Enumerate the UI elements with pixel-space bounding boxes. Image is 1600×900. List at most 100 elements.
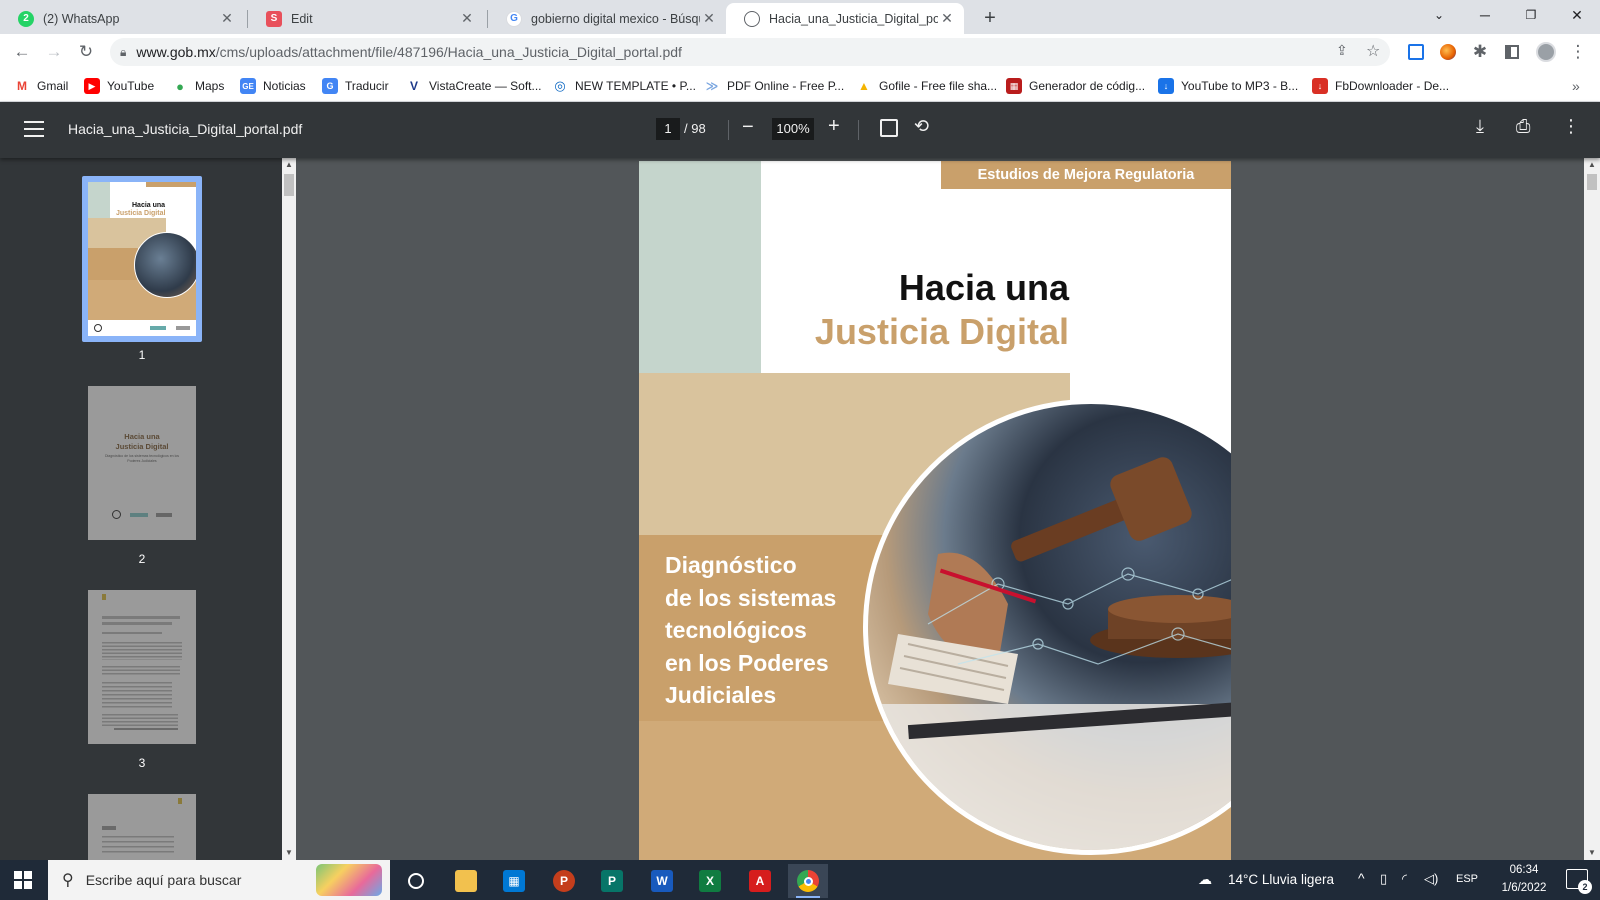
bookmark-label: Gmail bbox=[37, 79, 69, 93]
bookmark-star-icon[interactable]: ☆ bbox=[1366, 41, 1380, 61]
bookmark-new-template[interactable]: ◎ NEW TEMPLATE • P... bbox=[552, 76, 696, 96]
network-icon[interactable]: ▯ bbox=[1380, 871, 1387, 887]
extension-firefox-icon[interactable] bbox=[1436, 40, 1460, 64]
tab-whatsapp[interactable]: 2 (2) WhatsApp ✕ bbox=[0, 3, 244, 34]
tab-title: Hacia_una_Justicia_Digital_portal.pdf bbox=[769, 11, 938, 26]
thumbnail-page-1[interactable]: Hacia una Justicia Digital bbox=[88, 182, 196, 336]
pdf-page-cover: Estudios de Mejora Regulatoria Hacia una… bbox=[639, 161, 1231, 860]
taskbar-search-box[interactable]: ⚲ Escribe aquí para buscar bbox=[48, 860, 390, 900]
forward-arrow-icon[interactable]: → bbox=[42, 40, 66, 64]
scroll-thumb[interactable] bbox=[284, 174, 294, 196]
zoom-out-icon[interactable]: − bbox=[742, 116, 754, 139]
bookmark-traducir[interactable]: G Traducir bbox=[322, 76, 389, 96]
viewer-scrollbar[interactable]: ▲ ▼ bbox=[1584, 158, 1600, 860]
cover-tag: Estudios de Mejora Regulatoria bbox=[941, 161, 1231, 189]
side-panel-icon[interactable] bbox=[1500, 40, 1524, 64]
volume-icon[interactable]: ◁) bbox=[1424, 871, 1438, 887]
bookmark-youtube[interactable]: ▶ YouTube bbox=[84, 76, 154, 96]
excel-icon[interactable]: X bbox=[690, 864, 730, 898]
bookmark-noticias[interactable]: GE Noticias bbox=[240, 76, 306, 96]
close-icon[interactable]: ✕ bbox=[218, 10, 236, 27]
zoom-in-icon[interactable]: + bbox=[828, 115, 840, 138]
bookmark-pdf-online[interactable]: ≫ PDF Online - Free P... bbox=[704, 76, 844, 96]
thumbnail-page-2[interactable]: Hacia una Justicia Digital Diagnóstico d… bbox=[88, 386, 196, 540]
profile-avatar[interactable] bbox=[1534, 40, 1558, 64]
clock-date[interactable]: 1/6/2022 bbox=[1494, 882, 1554, 894]
pdf-toolbar: Hacia_una_Justicia_Digital_portal.pdf 1 … bbox=[0, 102, 1600, 158]
chrome-icon[interactable] bbox=[788, 864, 828, 898]
zoom-input[interactable]: 100% bbox=[772, 118, 814, 140]
bookmark-label: FbDownloader - De... bbox=[1335, 79, 1450, 93]
close-icon[interactable]: ✕ bbox=[700, 10, 718, 27]
qr-icon: ▦ bbox=[1006, 78, 1022, 94]
windows-taskbar: ⚲ Escribe aquí para buscar ▦ P P W X A ☁… bbox=[0, 860, 1600, 900]
share-icon[interactable]: ⇪ bbox=[1336, 42, 1348, 59]
task-view-icon[interactable] bbox=[396, 864, 436, 898]
sidebar-scrollbar[interactable]: ▲ ▼ bbox=[282, 158, 296, 860]
weather-cloud-icon[interactable]: ☁ bbox=[1198, 871, 1212, 888]
close-window-button[interactable]: ✕ bbox=[1554, 0, 1600, 30]
ms-store-icon[interactable]: ▦ bbox=[494, 864, 534, 898]
minimize-button[interactable]: ─ bbox=[1462, 0, 1508, 30]
tab-edit[interactable]: S Edit ✕ bbox=[248, 3, 484, 34]
search-icon: ⚲ bbox=[62, 872, 74, 889]
scroll-thumb[interactable] bbox=[1587, 174, 1597, 190]
bookmark-fbdownloader[interactable]: ↓ FbDownloader - De... bbox=[1312, 76, 1449, 96]
windows-start-icon[interactable] bbox=[14, 871, 32, 889]
rotate-icon[interactable]: ⟲ bbox=[914, 116, 929, 137]
word-icon[interactable]: W bbox=[642, 864, 682, 898]
globe-icon bbox=[744, 10, 760, 27]
powerpoint-icon[interactable]: P bbox=[544, 864, 584, 898]
tab-search-chevron-icon[interactable]: ⌄ bbox=[1416, 0, 1462, 30]
more-options-icon[interactable]: ⋮ bbox=[1562, 116, 1580, 137]
file-explorer-icon[interactable] bbox=[446, 864, 486, 898]
scroll-down-arrow-icon[interactable]: ▼ bbox=[285, 848, 293, 857]
bookmark-label: YouTube to MP3 - B... bbox=[1181, 79, 1299, 93]
restore-button[interactable]: ❐ bbox=[1508, 0, 1554, 30]
extension-s-icon[interactable] bbox=[1404, 40, 1428, 64]
back-arrow-icon[interactable]: ← bbox=[10, 40, 34, 64]
bookmark-maps[interactable]: ● Maps bbox=[172, 76, 224, 96]
pdf-filename: Hacia_una_Justicia_Digital_portal.pdf bbox=[68, 121, 303, 137]
weather-text[interactable]: 14°C Lluvia ligera bbox=[1228, 872, 1334, 887]
publisher-icon[interactable]: P bbox=[592, 864, 632, 898]
bookmark-gmail[interactable]: M Gmail bbox=[14, 76, 68, 96]
bookmarks-overflow-button[interactable]: » bbox=[1572, 76, 1580, 96]
tab-pdf-active[interactable]: Hacia_una_Justicia_Digital_portal.pdf ✕ bbox=[726, 3, 964, 34]
scroll-down-arrow-icon[interactable]: ▼ bbox=[1588, 848, 1596, 857]
menu-hamburger-icon[interactable] bbox=[24, 118, 44, 140]
acrobat-icon[interactable]: A bbox=[740, 864, 780, 898]
fit-page-icon[interactable] bbox=[880, 119, 898, 137]
tab-google-search[interactable]: G gobierno digital mexico - Búsqueda ✕ bbox=[488, 3, 726, 34]
bookmark-label: VistaCreate — Soft... bbox=[429, 79, 542, 93]
page-number-input[interactable]: 1 bbox=[656, 118, 680, 140]
kebab-menu-icon[interactable]: ⋮ bbox=[1566, 40, 1590, 64]
new-tab-button[interactable]: + bbox=[976, 4, 1004, 32]
scroll-up-arrow-icon[interactable]: ▲ bbox=[285, 160, 293, 169]
thumbnail-number: 3 bbox=[138, 756, 146, 770]
close-icon[interactable]: ✕ bbox=[458, 10, 476, 27]
bookmark-gofile[interactable]: ▲ Gofile - Free file sha... bbox=[856, 76, 997, 96]
clock-time[interactable]: 06:34 bbox=[1494, 864, 1554, 876]
language-indicator[interactable]: ESP bbox=[1456, 873, 1478, 885]
bookmark-youtube-mp3[interactable]: ↓ YouTube to MP3 - B... bbox=[1158, 76, 1298, 96]
scroll-up-arrow-icon[interactable]: ▲ bbox=[1588, 160, 1596, 169]
thumbnail-sidebar: Hacia una Justicia Digital 1 Hacia una J… bbox=[0, 158, 282, 860]
thumbnail-page-3[interactable] bbox=[88, 590, 196, 744]
bookmark-vistacreate[interactable]: V VistaCreate — Soft... bbox=[406, 76, 542, 96]
bookmark-generador[interactable]: ▦ Generador de códig... bbox=[1006, 76, 1145, 96]
close-icon[interactable]: ✕ bbox=[938, 10, 956, 27]
wifi-icon[interactable]: ◜ bbox=[1402, 871, 1407, 887]
subtitle-line: en los Poderes bbox=[665, 649, 829, 676]
extensions-puzzle-icon[interactable]: ✱ bbox=[1468, 40, 1492, 64]
print-icon[interactable]: ⎙ bbox=[1516, 116, 1530, 137]
reload-icon[interactable]: ↻ bbox=[74, 40, 98, 64]
pdf-viewer[interactable]: Estudios de Mejora Regulatoria Hacia una… bbox=[296, 158, 1584, 860]
download-icon[interactable]: ⤓ bbox=[1476, 116, 1484, 137]
thumbnail-page-4[interactable] bbox=[88, 794, 196, 860]
bookmark-label: Traducir bbox=[345, 79, 389, 93]
tray-chevron-up-icon[interactable]: ^ bbox=[1358, 870, 1365, 886]
download-icon: ↓ bbox=[1158, 78, 1174, 94]
address-bar[interactable]: 🔒︎ www.gob.mx/cms/uploads/attachment/fil… bbox=[110, 38, 1390, 66]
thumbnail-number: 2 bbox=[138, 552, 146, 566]
